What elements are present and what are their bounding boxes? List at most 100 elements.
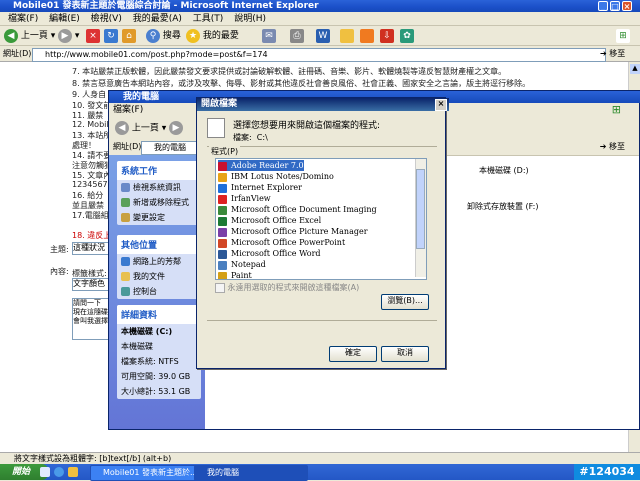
scroll-up-arrow-icon[interactable]: ▲ — [630, 64, 640, 74]
drive-f-label[interactable]: 卸除式存放裝置 (F:) — [467, 201, 538, 212]
mail-button[interactable]: ✉ — [262, 28, 276, 44]
edit-button[interactable]: W — [316, 28, 330, 44]
task-ie[interactable]: Mobile01 發表新主題於... — [90, 465, 204, 481]
subject-input[interactable]: 這種狀況 — [72, 242, 110, 255]
program-item[interactable]: Notepad — [218, 259, 266, 270]
task-view-system-info[interactable]: 檢視系統資訊 — [117, 180, 201, 195]
dialog-title-bar[interactable]: 開啟檔案 × — [197, 98, 449, 111]
back-button[interactable]: ◀ 上一頁 ▾ — [115, 121, 166, 136]
address-input[interactable]: http://www.mobile01.com/post.php?mode=po… — [32, 48, 606, 62]
panel-header[interactable]: 詳細資料 — [117, 305, 201, 324]
program-list[interactable]: Adobe Reader 7.0 IBM Lotus Notes/Domino … — [215, 158, 427, 280]
menu-tools[interactable]: 工具(T) — [193, 12, 224, 26]
place-my-documents[interactable]: 我的文件 — [117, 269, 201, 284]
print-icon: ⎙ — [290, 28, 304, 43]
forward-arrow-icon: ▶ — [58, 28, 72, 43]
system-tasks-panel: 系統工作 檢視系統資訊 新增或移除程式 變更設定 — [117, 161, 201, 225]
place-control-panel[interactable]: 控制台 — [117, 284, 201, 299]
star-icon: ★ — [186, 28, 200, 43]
panel-header[interactable]: 其他位置 — [117, 235, 201, 254]
task-my-computer[interactable]: 我的電腦 — [194, 465, 308, 481]
programs-group-label: 程式(P) — [209, 146, 241, 157]
download-icon: ⇩ — [380, 28, 394, 43]
rule-line: 8. 禁言惡意廣告本網站內容，或涉及攻擊、侮辱、影射或其他違反社會善良風俗、社會… — [72, 79, 531, 88]
tool-button-1[interactable] — [360, 28, 374, 44]
menu-edit[interactable]: 編輯(E) — [49, 12, 80, 26]
program-item[interactable]: IrfanView — [218, 193, 271, 204]
dialog-close-button[interactable]: × — [435, 99, 447, 111]
message-textarea[interactable]: 請問一下 現在這隨碟 會叫我選擇 — [72, 298, 110, 340]
task-add-remove-programs[interactable]: 新增或移除程式 — [117, 195, 201, 210]
close-button[interactable]: × — [622, 1, 632, 11]
detail-total: 大小總計: 53.1 GB — [121, 387, 191, 396]
rule-line-warning: 18. 違反上 — [72, 231, 112, 240]
search-button[interactable]: ⚲ 搜尋 — [146, 28, 181, 44]
browse-button[interactable]: 瀏覽(B)... — [381, 294, 429, 310]
document-imaging-icon — [218, 205, 227, 215]
messenger-icon: ✿ — [400, 28, 414, 43]
program-item[interactable]: Microsoft Office Document Imaging — [218, 204, 377, 215]
detail-fs: 檔案系統: NTFS — [121, 357, 179, 366]
menu-favorites[interactable]: 我的最愛(A) — [133, 12, 182, 26]
home-button[interactable]: ⌂ — [122, 28, 136, 44]
always-use-checkbox[interactable]: 永遠用選取的程式來開啟這種檔案(A) — [215, 282, 359, 293]
ie-quicklaunch-icon[interactable] — [54, 467, 64, 477]
rule-line: 17.電腦組 — [72, 211, 109, 220]
minimize-button[interactable]: _ — [598, 1, 608, 11]
tool-button-2[interactable]: ⇩ — [380, 28, 394, 44]
tool-button-3[interactable]: ✿ — [400, 28, 414, 44]
xp-logo-icon: ⊞ — [611, 103, 621, 116]
internet-explorer-icon — [218, 183, 227, 193]
file-icon — [207, 118, 225, 138]
checkbox-box[interactable] — [215, 282, 225, 293]
menu-help[interactable]: 說明(H) — [234, 12, 266, 26]
menu-view[interactable]: 檢視(V) — [91, 12, 122, 26]
program-item[interactable]: Microsoft Office Picture Manager — [218, 226, 368, 237]
separator — [207, 146, 437, 147]
program-item[interactable]: Microsoft Office Word — [218, 248, 321, 259]
ie-title-bar[interactable]: Mobile01 發表新主題於電腦綜合討論 - Microsoft Intern… — [0, 0, 640, 12]
forward-button[interactable]: ▶ ▾ — [58, 28, 79, 44]
ie-window-title: Mobile01 發表新主題於電腦綜合討論 - Microsoft Intern… — [13, 1, 319, 11]
go-button[interactable]: ➔ 移至 — [600, 141, 625, 153]
program-item[interactable]: Microsoft Office Excel — [218, 215, 321, 226]
program-item[interactable]: IBM Lotus Notes/Domino — [218, 171, 334, 182]
flag-icon — [360, 28, 374, 43]
show-desktop-icon[interactable] — [40, 467, 50, 477]
task-change-settings[interactable]: 變更設定 — [117, 210, 201, 225]
list-scrollbar[interactable] — [415, 159, 426, 277]
drive-d-label[interactable]: 本機磁碟 (D:) — [479, 165, 529, 176]
word-icon — [218, 249, 227, 259]
menu-file[interactable]: 檔案(F) — [8, 12, 38, 26]
print-button[interactable]: ⎙ — [290, 28, 304, 44]
content-label: 內容: — [50, 267, 69, 276]
program-item[interactable]: Internet Explorer — [218, 182, 302, 193]
irfanview-icon — [218, 194, 227, 204]
open-with-dialog[interactable]: 開啟檔案 × 選擇您想要用來開啟這個檔案的程式: 檔案: C:\ 程式(P) A… — [196, 97, 449, 369]
go-button[interactable]: ➔ 移至 — [600, 48, 625, 60]
home-icon: ⌂ — [122, 28, 136, 43]
stop-button[interactable]: × — [86, 28, 100, 44]
separator — [207, 320, 437, 321]
list-scroll-thumb[interactable] — [416, 169, 425, 249]
explorer-quicklaunch-icon[interactable] — [68, 467, 78, 477]
program-item[interactable]: Paint — [218, 270, 252, 279]
place-network[interactable]: 網路上的芳鄰 — [117, 254, 201, 269]
panel-header[interactable]: 系統工作 — [117, 161, 201, 180]
back-button[interactable]: ◀ 上一頁 ▾ — [4, 28, 55, 44]
text-color-select[interactable]: 文字顏色 — [72, 278, 110, 291]
ok-button[interactable]: 確定 — [329, 346, 377, 362]
program-item[interactable]: Adobe Reader 7.0 — [218, 160, 304, 171]
menu-file[interactable]: 檔案(F) — [113, 105, 143, 115]
refresh-button[interactable]: ↻ — [104, 28, 118, 44]
favorites-button[interactable]: ★ 我的最愛 — [186, 28, 239, 44]
file-row: 檔案: C:\ — [233, 133, 268, 142]
excel-icon — [218, 216, 227, 226]
maximize-button[interactable]: □ — [610, 1, 620, 11]
paint-icon — [218, 271, 227, 279]
program-item[interactable]: Microsoft Office PowerPoint — [218, 237, 345, 248]
cancel-button[interactable]: 取消 — [381, 346, 429, 362]
forward-button[interactable]: ▶ — [169, 121, 183, 135]
folder-button[interactable] — [340, 28, 354, 44]
task-pane: 系統工作 檢視系統資訊 新增或移除程式 變更設定 其他位置 網路上的芳鄰 我的文… — [109, 155, 205, 429]
